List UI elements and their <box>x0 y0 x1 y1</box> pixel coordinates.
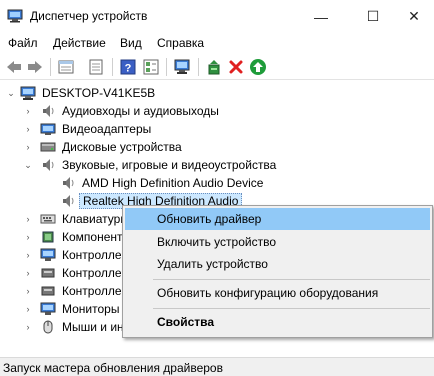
update-driver-icon[interactable] <box>204 57 224 77</box>
context-properties[interactable]: Свойства <box>125 311 430 333</box>
toolbar-separator <box>166 58 167 76</box>
tree-root-label: DESKTOP-V41KE5B <box>42 86 156 100</box>
chevron-right-icon[interactable]: › <box>22 284 34 298</box>
svg-text:?: ? <box>125 63 132 75</box>
chevron-right-icon[interactable]: › <box>22 320 34 334</box>
context-item-label: Удалить устройство <box>157 257 268 271</box>
disk-icon <box>40 142 56 152</box>
tree-item-label: Мониторы <box>62 302 120 316</box>
controller-icon <box>41 268 55 278</box>
menu-file[interactable]: Файл <box>8 36 38 50</box>
tree-item-label: Клавиатуры <box>62 212 129 226</box>
controller-icon <box>41 286 55 296</box>
context-item-label: Включить устройство <box>157 235 276 249</box>
context-scan-hardware[interactable]: Обновить конфигурацию оборудования <box>125 282 430 304</box>
toolbar: ? <box>0 54 434 80</box>
chevron-right-icon[interactable]: › <box>22 266 34 280</box>
speaker-icon <box>43 159 54 171</box>
context-separator <box>153 279 430 280</box>
chevron-right-icon[interactable]: › <box>22 230 34 244</box>
tree-item-label: AMD High Definition Audio Device <box>82 176 264 190</box>
chevron-right-icon[interactable]: › <box>22 140 34 154</box>
menu-help[interactable]: Справка <box>157 36 204 50</box>
enable-device-icon[interactable] <box>248 57 268 77</box>
window-title: Диспетчер устройств <box>30 9 148 23</box>
tree-item-label: Звуковые, игровые и видеоустройства <box>62 158 277 172</box>
context-separator <box>153 308 430 309</box>
maximize-button[interactable]: ☐ <box>350 0 396 33</box>
tree-root[interactable]: ⌄ DESKTOP-V41KE5B <box>0 84 434 102</box>
tree-item-disk-drives[interactable]: › Дисковые устройства <box>0 138 434 156</box>
minimize-button[interactable]: — <box>298 0 344 33</box>
chevron-right-icon[interactable]: › <box>22 302 34 316</box>
close-button[interactable]: ✕ <box>394 0 434 33</box>
status-bar: Запуск мастера обновления драйверов <box>0 357 434 376</box>
speaker-icon <box>63 177 74 189</box>
monitor-icon <box>40 248 56 261</box>
tree-item-label: Аудиовходы и аудиовыходы <box>62 104 219 118</box>
context-uninstall-device[interactable]: Удалить устройство <box>125 253 430 275</box>
title-bar: Диспетчер устройств — ☐ ✕ <box>0 0 434 33</box>
menu-action[interactable]: Действие <box>53 36 106 50</box>
scan-hardware-icon[interactable] <box>172 57 192 77</box>
tree-item-label: Видеоадаптеры <box>62 122 152 136</box>
device-manager-icon <box>7 9 23 23</box>
keyboard-icon <box>40 214 56 224</box>
chevron-right-icon[interactable]: › <box>22 122 34 136</box>
forward-icon[interactable] <box>25 57 45 77</box>
mouse-icon <box>43 320 53 334</box>
chevron-right-icon[interactable]: › <box>22 248 34 262</box>
chevron-down-icon[interactable]: ⌄ <box>22 158 34 172</box>
context-update-driver[interactable]: Обновить драйвер <box>125 208 430 230</box>
context-enable-device[interactable]: Включить устройство <box>125 231 430 253</box>
display-adapter-icon <box>40 123 56 135</box>
monitor-icon <box>40 302 56 315</box>
chevron-down-icon[interactable]: ⌄ <box>5 86 17 100</box>
speaker-icon <box>63 195 74 207</box>
computer-icon <box>20 86 36 100</box>
context-item-label: Свойства <box>157 315 215 329</box>
component-icon <box>42 231 54 243</box>
chevron-right-icon[interactable]: › <box>22 212 34 226</box>
tree-item-sound-video-game[interactable]: ⌄ Звуковые, игровые и видеоустройства <box>0 156 434 174</box>
toolbar-separator <box>198 58 199 76</box>
back-icon[interactable] <box>4 57 24 77</box>
status-text: Запуск мастера обновления драйверов <box>3 361 223 375</box>
tree-item-audio-io[interactable]: › Аудиовходы и аудиовыходы <box>0 102 434 120</box>
tree-item-display-adapters[interactable]: › Видеоадаптеры <box>0 120 434 138</box>
show-hidden-icon[interactable] <box>86 57 106 77</box>
device-view-icon[interactable] <box>141 57 161 77</box>
menu-view[interactable]: Вид <box>120 36 142 50</box>
context-menu: Обновить драйвер Включить устройство Уда… <box>122 205 433 338</box>
tree-item-amd-audio[interactable]: AMD High Definition Audio Device <box>0 174 434 192</box>
context-item-label: Обновить конфигурацию оборудования <box>157 286 379 300</box>
chevron-right-icon[interactable]: › <box>22 104 34 118</box>
help-icon[interactable]: ? <box>118 57 138 77</box>
speaker-icon <box>43 105 54 117</box>
properties-sheet-icon[interactable] <box>56 57 76 77</box>
context-item-label: Обновить драйвер <box>157 212 262 226</box>
toolbar-separator <box>50 58 51 76</box>
tree-item-label: Дисковые устройства <box>62 140 182 154</box>
menu-bar: Файл Действие Вид Справка <box>0 33 434 53</box>
toolbar-separator <box>112 58 113 76</box>
uninstall-icon[interactable] <box>226 57 246 77</box>
